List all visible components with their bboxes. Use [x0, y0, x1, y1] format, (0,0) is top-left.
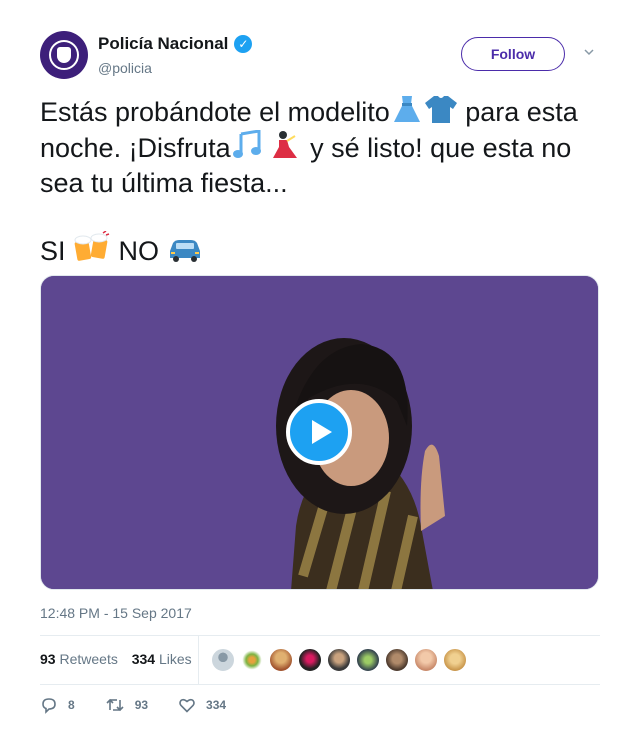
dancer-icon [272, 131, 297, 158]
likes-stat-count: 334 [131, 651, 156, 667]
police-crest-icon [49, 40, 79, 70]
verified-badge-icon: ✓ [234, 35, 253, 53]
car-icon [169, 240, 200, 262]
tweet-text-segment: para esta [457, 97, 578, 127]
play-icon [311, 420, 332, 444]
reply-button[interactable]: 8 [40, 696, 75, 714]
beer-mugs-icon [74, 231, 110, 261]
engagement-stats: 93 Retweets 334 Likes [40, 635, 600, 685]
likes-stat-label: Likes [158, 651, 192, 667]
chevron-down-icon[interactable] [584, 47, 594, 57]
heart-icon [179, 698, 195, 713]
tweet-text-segment: noche. ¡Disfruta [40, 133, 231, 163]
like-count: 334 [206, 698, 227, 712]
likes-stat[interactable]: 334 Likes [132, 651, 192, 667]
tweet-text: Estás probándote el modelito para esta n… [40, 94, 605, 269]
retweets-stat-count: 93 [40, 651, 56, 667]
liker-avatar[interactable] [385, 648, 409, 672]
tweet-timestamp[interactable]: 12:48 PM - 15 Sep 2017 [40, 605, 192, 621]
tweet-actions: 8 93 334 [40, 693, 256, 717]
tweet-text-segment: Estás probándote el modelito [40, 97, 390, 127]
liker-avatars [211, 648, 472, 672]
like-button[interactable]: 334 [178, 696, 226, 714]
author-handle[interactable]: @policia [98, 60, 252, 76]
profile-avatar[interactable] [40, 31, 88, 79]
liker-avatar[interactable] [211, 648, 235, 672]
reply-count: 8 [68, 698, 75, 712]
author-name-row[interactable]: Policía Nacional ✓ [98, 34, 253, 54]
retweets-stat-label: Retweets [59, 651, 118, 667]
liker-avatar[interactable] [298, 648, 322, 672]
tweet-line-4: SI NO [40, 231, 605, 269]
video-player[interactable] [40, 275, 599, 590]
liker-avatar[interactable] [356, 648, 380, 672]
tweet-line-1: Estás probándote el modelito para esta [40, 94, 605, 130]
author-display-name[interactable]: Policía Nacional [98, 34, 228, 54]
liker-avatar[interactable] [269, 648, 293, 672]
retweet-icon [106, 698, 124, 712]
music-notes-icon [232, 130, 261, 158]
retweet-button[interactable]: 93 [105, 696, 148, 714]
author-info: Policía Nacional ✓ @policia [98, 34, 253, 76]
retweets-stat[interactable]: 93 Retweets [40, 651, 118, 667]
retweet-count: 93 [134, 698, 149, 712]
liker-avatar[interactable] [414, 648, 438, 672]
liker-avatar[interactable] [443, 648, 467, 672]
tweet-text-segment: y sé listo! que esta no [302, 133, 572, 163]
tshirt-icon [424, 96, 457, 123]
play-button[interactable] [286, 399, 352, 465]
tweet-line-3: sea tu última fiesta... [40, 168, 288, 198]
liker-avatar[interactable] [327, 648, 351, 672]
tweet-text-segment: SI [40, 236, 74, 266]
reply-icon [42, 698, 56, 714]
stats-divider [198, 636, 199, 684]
stat-counts: 93 Retweets 334 Likes [40, 651, 202, 667]
liker-avatar[interactable] [240, 648, 264, 672]
follow-button[interactable]: Follow [461, 37, 565, 71]
tweet-line-2: noche. ¡Disfruta y sé listo! que esta no [40, 130, 605, 166]
dress-icon [393, 96, 420, 122]
tweet-text-segment: NO [111, 236, 167, 266]
